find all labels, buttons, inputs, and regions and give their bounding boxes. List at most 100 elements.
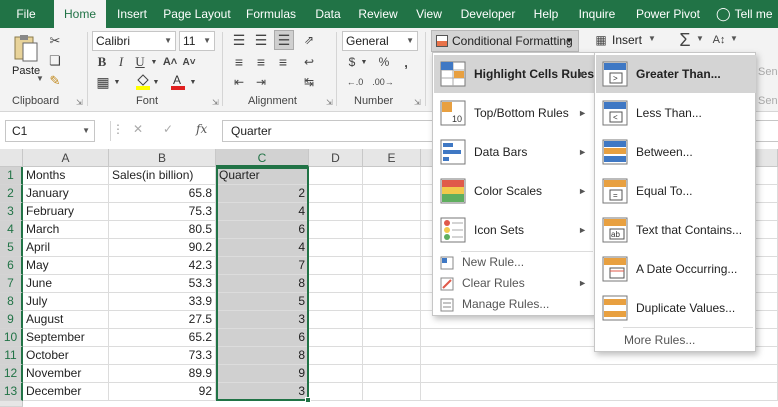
cell-d6[interactable] — [309, 257, 363, 275]
cell-a4[interactable]: March — [23, 221, 109, 239]
cell-c10[interactable]: 6 — [216, 329, 309, 347]
cell-d7[interactable] — [309, 275, 363, 293]
cell-d1[interactable] — [309, 167, 363, 185]
cell-c11[interactable]: 8 — [216, 347, 309, 365]
tab-view[interactable]: View — [410, 0, 448, 28]
cell-b7[interactable]: 53.3 — [109, 275, 216, 293]
tab-inquire[interactable]: Inquire — [572, 0, 622, 28]
tab-file[interactable]: File — [6, 0, 46, 28]
orientation-icon[interactable]: ⇗ — [300, 32, 318, 48]
cell-b10[interactable]: 65.2 — [109, 329, 216, 347]
row-header-7[interactable]: 7 — [0, 275, 23, 293]
cell-e7[interactable] — [363, 275, 421, 293]
cell-e13[interactable] — [363, 383, 421, 401]
underline-icon[interactable]: U — [133, 54, 147, 70]
cell-b5[interactable]: 90.2 — [109, 239, 216, 257]
decrease-indent-icon[interactable]: ⇤ — [230, 74, 248, 90]
cell-f12[interactable] — [421, 365, 778, 383]
tell-me-box[interactable]: ◯ Tell me — [716, 0, 778, 28]
cell-e1[interactable] — [363, 167, 421, 185]
cell-b11[interactable]: 73.3 — [109, 347, 216, 365]
font-size-combo[interactable]: 11 ▼ — [179, 31, 215, 51]
currency-icon[interactable]: $ — [344, 54, 360, 70]
cell-a13[interactable]: December — [23, 383, 109, 401]
cut-icon[interactable]: ✂ — [46, 32, 64, 50]
cell-d3[interactable] — [309, 203, 363, 221]
cell-b6[interactable]: 42.3 — [109, 257, 216, 275]
clipboard-launcher-icon[interactable]: ⇲ — [76, 98, 83, 107]
tab-formulas[interactable]: Formulas — [240, 0, 302, 28]
submenu-item-text-contains[interactable]: ab Text that Contains... — [596, 211, 756, 249]
cell-e10[interactable] — [363, 329, 421, 347]
submenu-item-between[interactable]: Between... — [596, 133, 756, 171]
number-launcher-icon[interactable]: ⇲ — [414, 98, 421, 107]
cell-d5[interactable] — [309, 239, 363, 257]
tab-data[interactable]: Data — [310, 0, 346, 28]
tab-home[interactable]: Home — [54, 0, 106, 29]
insert-cells-icon[interactable]: ▦ — [593, 32, 609, 48]
row-header-10[interactable]: 10 — [0, 329, 23, 347]
wrap-text-icon[interactable]: ↩ — [300, 54, 318, 70]
font-shrink-icon[interactable]: A˅ — [182, 54, 196, 70]
name-box[interactable]: C1 ▼ — [5, 120, 95, 142]
submenu-item-less-than[interactable]: < Less Than... — [596, 94, 756, 132]
alignment-launcher-icon[interactable]: ⇲ — [326, 98, 333, 107]
cell-b3[interactable]: 75.3 — [109, 203, 216, 221]
row-header-5[interactable]: 5 — [0, 239, 23, 257]
row-header-13[interactable]: 13 — [0, 383, 23, 401]
tab-page-layout[interactable]: Page Layout — [160, 0, 234, 28]
align-bottom-icon[interactable]: ☰ — [274, 30, 294, 50]
cell-f13[interactable] — [421, 383, 778, 401]
underline-dropdown-icon[interactable]: ▼ — [150, 54, 158, 70]
percent-icon[interactable]: % — [376, 54, 392, 70]
column-header-c[interactable]: C — [216, 149, 309, 167]
cell-e2[interactable] — [363, 185, 421, 203]
cell-a9[interactable]: August — [23, 311, 109, 329]
autosum-icon[interactable]: Σ — [676, 30, 694, 50]
format-painter-icon[interactable]: ✎ — [46, 72, 64, 90]
italic-icon[interactable]: I — [114, 54, 128, 70]
conditional-formatting-button[interactable]: Conditional Formatting ▼ — [431, 30, 579, 52]
row-header-1[interactable]: 1 — [0, 167, 23, 185]
cell-d4[interactable] — [309, 221, 363, 239]
row-header-6[interactable]: 6 — [0, 257, 23, 275]
row-header-3[interactable]: 3 — [0, 203, 23, 221]
row-header-8[interactable]: 8 — [0, 293, 23, 311]
increase-decimal-icon[interactable]: ←.0 — [346, 74, 364, 90]
cell-c7[interactable]: 8 — [216, 275, 309, 293]
cell-c13[interactable]: 3 — [216, 383, 309, 401]
row-header-2[interactable]: 2 — [0, 185, 23, 203]
cell-d9[interactable] — [309, 311, 363, 329]
cell-d8[interactable] — [309, 293, 363, 311]
borders-icon[interactable]: ▦ — [95, 74, 111, 90]
increase-indent-icon[interactable]: ⇥ — [252, 74, 270, 90]
cell-e6[interactable] — [363, 257, 421, 275]
borders-dropdown-icon[interactable]: ▼ — [113, 74, 121, 90]
select-all-corner[interactable] — [0, 149, 23, 167]
cell-b2[interactable]: 65.8 — [109, 185, 216, 203]
tab-help[interactable]: Help — [528, 0, 564, 28]
menu-item-icon-sets[interactable]: Icon Sets ► — [434, 211, 595, 249]
insert-label[interactable]: Insert — [612, 33, 642, 47]
column-header-a[interactable]: A — [23, 149, 109, 167]
cell-b9[interactable]: 27.5 — [109, 311, 216, 329]
more-rules-link[interactable]: More Rules... — [624, 330, 695, 350]
cell-c2[interactable]: 2 — [216, 185, 309, 203]
cell-d13[interactable] — [309, 383, 363, 401]
cell-a7[interactable]: June — [23, 275, 109, 293]
cell-b4[interactable]: 80.5 — [109, 221, 216, 239]
align-middle-icon[interactable]: ☰ — [252, 32, 270, 48]
tab-developer[interactable]: Developer — [456, 0, 520, 28]
cell-d10[interactable] — [309, 329, 363, 347]
tab-power-pivot[interactable]: Power Pivot — [630, 0, 706, 28]
paste-icon[interactable] — [12, 32, 40, 64]
cell-e3[interactable] — [363, 203, 421, 221]
merge-center-icon[interactable]: ↹ — [300, 74, 318, 90]
confirm-edit-icon[interactable]: ✓ — [163, 122, 173, 136]
menu-item-manage-rules[interactable]: Manage Rules... — [434, 294, 595, 315]
cell-c5[interactable]: 4 — [216, 239, 309, 257]
menu-item-top-bottom-rules[interactable]: 10 Top/Bottom Rules ► — [434, 94, 595, 132]
cell-a2[interactable]: January — [23, 185, 109, 203]
cell-e8[interactable] — [363, 293, 421, 311]
tab-review[interactable]: Review — [354, 0, 402, 28]
